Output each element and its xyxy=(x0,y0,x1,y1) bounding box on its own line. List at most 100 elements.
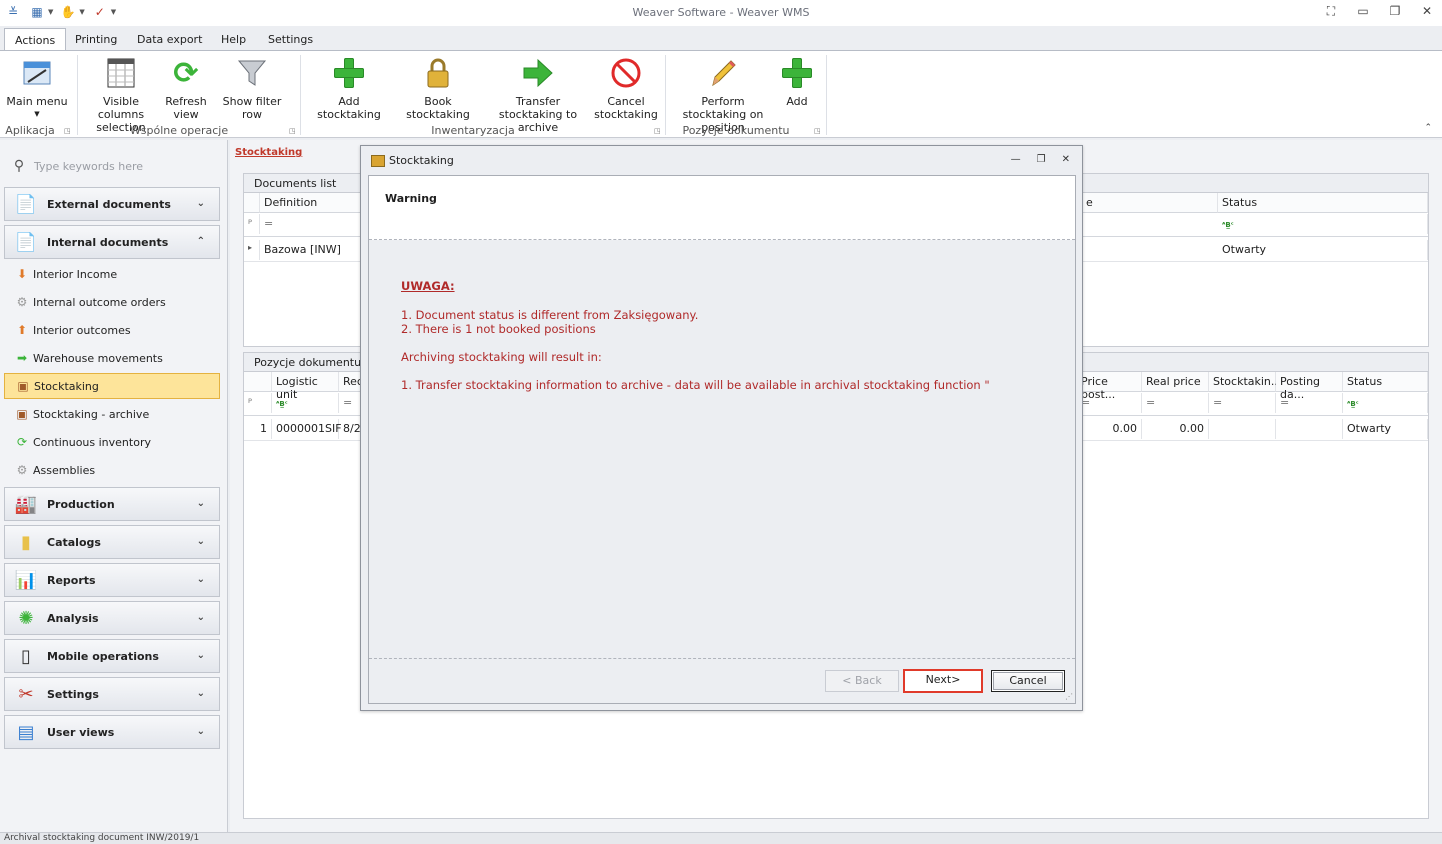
cancel-stocktaking-button[interactable]: Cancel stocktaking xyxy=(594,55,658,121)
sidebar-item-continuous-inventory[interactable]: ⟳ Continuous inventory xyxy=(4,429,220,455)
resize-grip-icon[interactable]: ⋰ xyxy=(1065,692,1073,701)
arrow-down-icon: ⬇ xyxy=(16,267,28,281)
nav-group-internal-documents[interactable]: 📄 Internal documents ⌃ xyxy=(4,225,220,259)
collapse-ribbon-icon[interactable]: ⌃ xyxy=(1424,123,1432,133)
search-box[interactable]: ⚲ Type keywords here xyxy=(10,156,220,176)
restore-icon[interactable]: ❐ xyxy=(1037,154,1046,165)
chevron-down-icon: ⌄ xyxy=(196,536,205,547)
book-stocktaking-button[interactable]: Book stocktaking xyxy=(396,55,480,121)
sidebar-item-interior-outcomes[interactable]: ⬆ Interior outcomes xyxy=(4,317,220,343)
search-input[interactable]: Type keywords here xyxy=(34,160,143,173)
nav-group-production[interactable]: 🏭 Production ⌄ xyxy=(4,487,220,521)
nav-group-settings[interactable]: ✂ Settings ⌄ xyxy=(4,677,220,711)
folder-icon: ▮ xyxy=(21,531,31,553)
add-stocktaking-button[interactable]: Add stocktaking xyxy=(308,55,390,121)
sidebar-item-label: Continuous inventory xyxy=(33,435,151,449)
column-header-status[interactable]: Status xyxy=(1218,193,1428,213)
group-launcher-icon[interactable]: ◳ xyxy=(64,127,71,135)
refresh-view-button[interactable]: ⟳ Refresh view xyxy=(162,55,210,121)
sidebar-item-label: Assemblies xyxy=(33,463,96,477)
filter-equals-icon[interactable]: = xyxy=(1142,393,1209,413)
chevron-down-icon: ⌄ xyxy=(196,612,205,623)
sidebar-item-interior-income[interactable]: ⬇ Interior Income xyxy=(4,261,220,287)
column-header-posting-date[interactable]: Posting da... xyxy=(1276,372,1343,401)
tab-data-export[interactable]: Data export xyxy=(127,28,212,50)
filter-equals-icon[interactable]: = xyxy=(1077,393,1142,413)
next-button[interactable]: Next> xyxy=(903,669,983,693)
book-stocktaking-label: Book stocktaking xyxy=(406,95,470,121)
cell-stocktaking[interactable] xyxy=(1209,419,1276,439)
minimize-icon[interactable]: ▭ xyxy=(1354,4,1372,19)
tab-actions[interactable]: Actions xyxy=(4,28,67,51)
column-header-stocktaking[interactable]: Stocktakin... xyxy=(1209,372,1281,392)
column-header-real-price[interactable]: Real price xyxy=(1142,372,1209,392)
column-header-e[interactable]: e xyxy=(1082,193,1218,213)
sidebar-item-label: Internal outcome orders xyxy=(33,295,166,309)
filter-equals-icon[interactable]: = xyxy=(260,214,362,234)
close-icon[interactable]: ✕ xyxy=(1062,154,1070,165)
stocktaking-icon: ▣ xyxy=(17,379,29,393)
nav-group-reports[interactable]: 📊 Reports ⌄ xyxy=(4,563,220,597)
nav-group-mobile-operations[interactable]: ▯ Mobile operations ⌄ xyxy=(4,639,220,673)
filter-equals-icon[interactable]: = xyxy=(339,393,361,413)
sidebar-item-warehouse-movements[interactable]: ➡ Warehouse movements xyxy=(4,345,220,371)
cell-real-price[interactable]: 0.00 xyxy=(1142,419,1209,439)
restore-icon[interactable]: ❐ xyxy=(1386,4,1404,19)
filter-text-icon[interactable]: ᴬB̲ᶜ xyxy=(272,393,339,413)
filter-text-icon[interactable]: ᴬB̲ᶜ xyxy=(1218,214,1428,234)
minimize-icon[interactable]: — xyxy=(1011,154,1021,165)
cell-status[interactable]: Otwarty xyxy=(1343,419,1428,439)
tab-help[interactable]: Help xyxy=(211,28,256,50)
column-header-status[interactable]: Status xyxy=(1343,372,1428,392)
column-header-logistic-unit[interactable]: Logistic unit xyxy=(272,372,339,401)
group-launcher-icon[interactable]: ◳ xyxy=(289,127,296,135)
warning-line-4: 1. Transfer stocktaking information to a… xyxy=(401,378,990,392)
document-icon: 📄 xyxy=(14,231,38,253)
breadcrumb[interactable]: Stocktaking xyxy=(235,147,302,158)
cancel-button[interactable]: Cancel xyxy=(991,670,1065,692)
filter-text-icon[interactable]: ᴬB̲ᶜ xyxy=(1343,393,1428,413)
expand-row-icon[interactable]: ▸ xyxy=(244,240,260,260)
cell-definition[interactable]: Bazowa [INW] xyxy=(260,240,362,260)
nav-group-user-views[interactable]: ▤ User views ⌄ xyxy=(4,715,220,749)
nav-group-external-documents[interactable]: 📄 External documents ⌄ xyxy=(4,187,220,221)
filter-equals-icon[interactable]: = xyxy=(1209,393,1276,413)
column-header-definition[interactable]: Definition xyxy=(260,193,362,213)
dialog-title-bar: Stocktaking — ❐ ✕ xyxy=(361,146,1082,174)
cell-price-post[interactable]: 0.00 xyxy=(1077,419,1142,439)
sidebar-item-stocktaking-archive[interactable]: ▣ Stocktaking - archive xyxy=(4,401,220,427)
search-icon: ⚲ xyxy=(13,158,25,174)
group-launcher-icon[interactable]: ◳ xyxy=(814,127,821,135)
column-header-rec[interactable]: Rec xyxy=(339,372,363,392)
gear-icon: ⚙ xyxy=(16,295,28,309)
sidebar-item-stocktaking[interactable]: ▣ Stocktaking xyxy=(4,373,220,399)
chevron-down-icon: ⌄ xyxy=(196,498,205,509)
back-button[interactable]: < Back xyxy=(825,670,899,692)
cell-posting-date[interactable] xyxy=(1276,419,1343,439)
perform-stocktaking-button[interactable]: Perform stocktaking on position xyxy=(672,55,774,134)
tab-printing[interactable]: Printing xyxy=(65,28,127,50)
sidebar-item-internal-outcome-orders[interactable]: ⚙ Internal outcome orders xyxy=(4,289,220,315)
main-menu-button[interactable]: Main menu ▼ xyxy=(6,55,68,121)
cell-logistic-unit[interactable]: 0000001SIF xyxy=(272,419,342,439)
nav-group-label: Mobile operations xyxy=(47,649,159,663)
fullscreen-icon[interactable]: ⛶ xyxy=(1322,4,1340,19)
cell-status[interactable]: Otwarty xyxy=(1218,240,1428,260)
sidebar-item-assemblies[interactable]: ⚙ Assemblies xyxy=(4,457,220,483)
filter-equals-icon[interactable]: = xyxy=(1276,393,1343,413)
transfer-stocktaking-button[interactable]: Transfer stocktaking to archive xyxy=(486,55,590,134)
add-position-button[interactable]: Add xyxy=(778,55,816,108)
cell-rec[interactable]: 8/2 xyxy=(339,419,361,439)
tab-settings[interactable]: Settings xyxy=(258,28,323,50)
column-header-price-post[interactable]: Price post... xyxy=(1077,372,1142,401)
production-icon: 🏭 xyxy=(14,493,38,515)
close-icon[interactable]: ✕ xyxy=(1418,4,1436,19)
visible-columns-button[interactable]: Visible columns selection xyxy=(84,55,158,134)
nav-group-catalogs[interactable]: ▮ Catalogs ⌄ xyxy=(4,525,220,559)
chevron-down-icon: ⌄ xyxy=(196,198,205,209)
show-filter-row-button[interactable]: Show filter row xyxy=(213,55,291,121)
nav-group-analysis[interactable]: ✺ Analysis ⌄ xyxy=(4,601,220,635)
group-separator xyxy=(665,55,666,135)
group-launcher-icon[interactable]: ◳ xyxy=(654,127,661,135)
group-separator xyxy=(826,55,827,135)
